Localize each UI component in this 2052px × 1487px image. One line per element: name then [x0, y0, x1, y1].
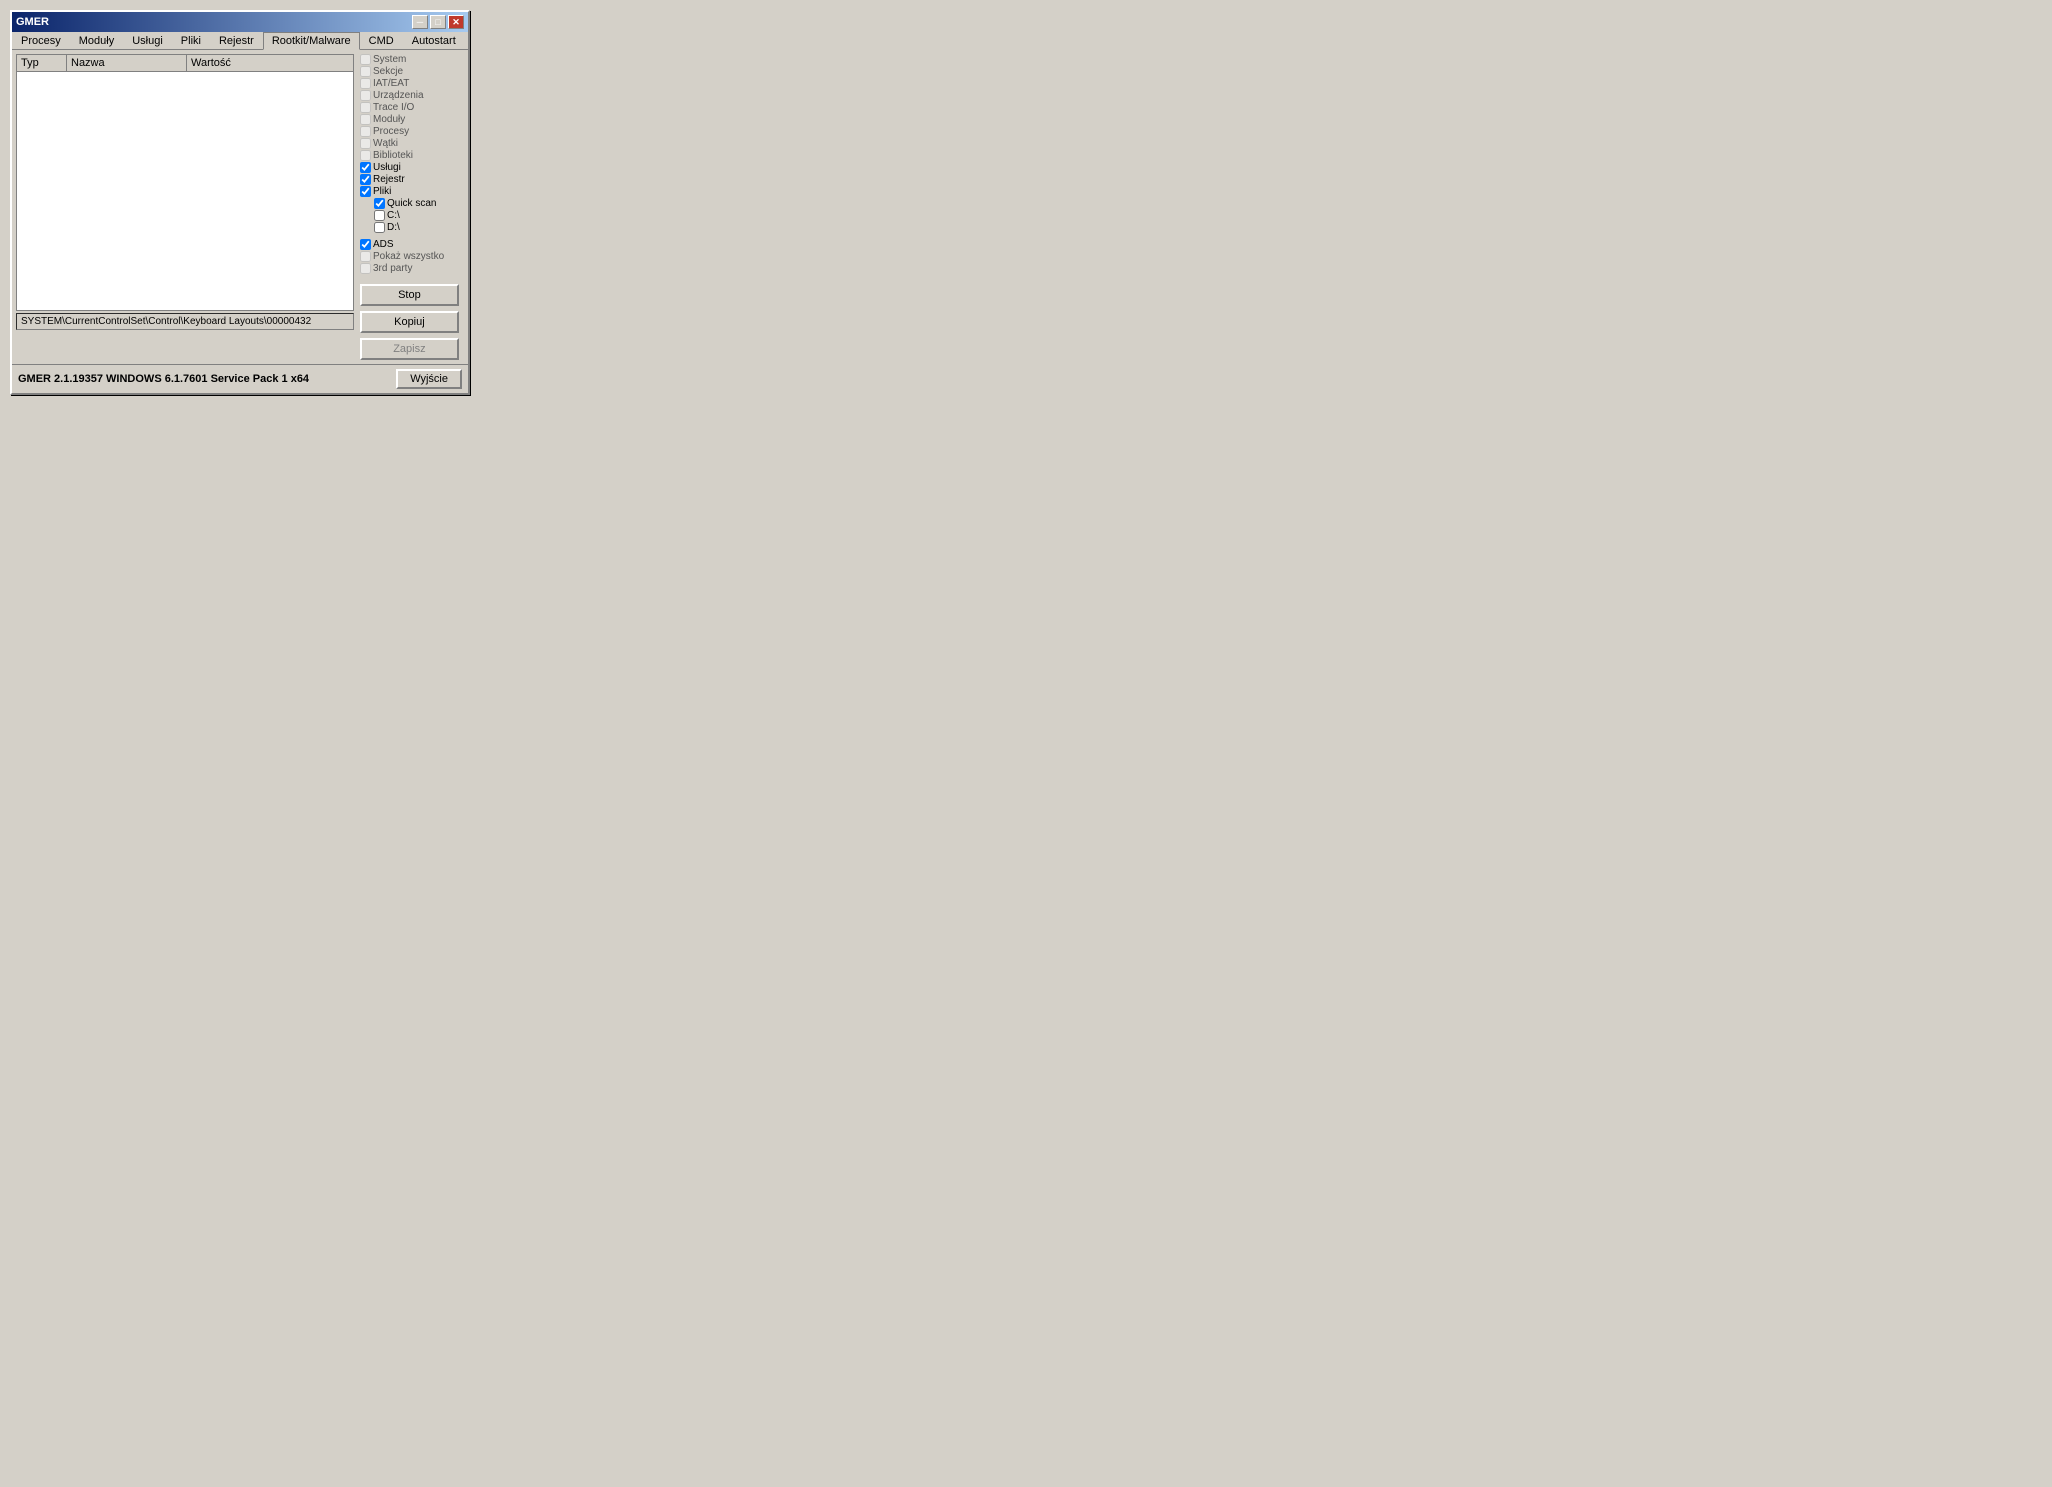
checkbox-3rd-party: 3rd party — [360, 263, 464, 274]
checkbox-pokaz-wszystko-input[interactable] — [360, 251, 371, 262]
checkbox-d-drive-input[interactable] — [374, 222, 385, 233]
checkbox-3rd-party-label: 3rd party — [373, 263, 412, 274]
table-body — [16, 71, 354, 311]
checkbox-urzadzenia-label: Urządzenia — [373, 90, 424, 101]
exit-button[interactable]: Wyjście — [396, 369, 462, 389]
checkbox-ads: ADS — [360, 239, 464, 250]
checkbox-d-drive: D:\ — [360, 222, 464, 233]
checkbox-trace-io-label: Trace I/O — [373, 102, 414, 113]
status-bar: SYSTEM\CurrentControlSet\Control\Keyboar… — [16, 313, 354, 330]
checkbox-uslugi: Usługi — [360, 162, 464, 173]
checkbox-trace-io: Trace I/O — [360, 102, 464, 113]
tab-autostart[interactable]: Autostart — [403, 32, 465, 49]
checkbox-moduly-label: Moduły — [373, 114, 405, 125]
checkbox-procesy-input[interactable] — [360, 126, 371, 137]
checkbox-c-drive-input[interactable] — [374, 210, 385, 221]
checkbox-rejestr-input[interactable] — [360, 174, 371, 185]
checkbox-trace-io-input[interactable] — [360, 102, 371, 113]
close-button[interactable]: ✕ — [448, 15, 464, 29]
checkbox-biblioteki-label: Biblioteki — [373, 150, 413, 161]
tab-cmd[interactable]: CMD — [360, 32, 403, 49]
zapisz-button[interactable]: Zapisz — [360, 338, 459, 360]
checkbox-iat-eat-input[interactable] — [360, 78, 371, 89]
checkbox-ads-label: ADS — [373, 239, 394, 250]
stop-button[interactable]: Stop — [360, 284, 459, 306]
version-text: GMER 2.1.19357 WINDOWS 6.1.7601 Service … — [18, 373, 309, 385]
checkbox-urzadzenia: Urządzenia — [360, 90, 464, 101]
col-header-wartosc: Wartość — [187, 55, 353, 71]
checkbox-urzadzenia-input[interactable] — [360, 90, 371, 101]
checkbox-watki: Wątki — [360, 138, 464, 149]
maximize-button[interactable]: □ — [430, 15, 446, 29]
tab-rootkit-malware[interactable]: Rootkit/Malware — [263, 32, 360, 50]
checkbox-uslugi-input[interactable] — [360, 162, 371, 173]
content-area: Typ Nazwa Wartość SYSTEM\CurrentControlS… — [12, 50, 468, 364]
title-bar-controls: ─ □ ✕ — [412, 15, 464, 29]
bottom-bar: GMER 2.1.19357 WINDOWS 6.1.7601 Service … — [12, 364, 468, 393]
checkbox-moduly-input[interactable] — [360, 114, 371, 125]
minimize-button[interactable]: ─ — [412, 15, 428, 29]
window-title: GMER — [16, 16, 49, 28]
checkbox-quick-scan: Quick scan — [360, 198, 464, 209]
main-window: GMER ─ □ ✕ Procesy Moduły Usługi Pliki R… — [10, 10, 470, 395]
checkbox-system: System — [360, 54, 464, 65]
checkbox-biblioteki-input[interactable] — [360, 150, 371, 161]
checkbox-c-drive: C:\ — [360, 210, 464, 221]
checkbox-watki-input[interactable] — [360, 138, 371, 149]
checkbox-sekcje-label: Sekcje — [373, 66, 403, 77]
checkbox-quick-scan-input[interactable] — [374, 198, 385, 209]
kopiuj-button[interactable]: Kopiuj — [360, 311, 459, 333]
tab-pliki[interactable]: Pliki — [172, 32, 210, 49]
checkbox-pokaz-wszystko: Pokaż wszystko — [360, 251, 464, 262]
right-panel: System Sekcje IAT/EAT Urządzenia Trace I… — [354, 54, 464, 360]
checkbox-procesy: Procesy — [360, 126, 464, 137]
checkbox-procesy-label: Procesy — [373, 126, 409, 137]
checkbox-ads-input[interactable] — [360, 239, 371, 250]
checkbox-iat-eat-label: IAT/EAT — [373, 78, 409, 89]
checkbox-uslugi-label: Usługi — [373, 162, 401, 173]
checkbox-system-label: System — [373, 54, 406, 65]
checkbox-system-input[interactable] — [360, 54, 371, 65]
checkbox-pokaz-wszystko-label: Pokaż wszystko — [373, 251, 444, 262]
tab-bar: Procesy Moduły Usługi Pliki Rejestr Root… — [12, 32, 468, 50]
tab-rejestr[interactable]: Rejestr — [210, 32, 263, 49]
checkbox-rejestr-label: Rejestr — [373, 174, 405, 185]
checkbox-moduly: Moduły — [360, 114, 464, 125]
checkbox-d-drive-label: D:\ — [387, 222, 400, 233]
checkbox-iat-eat: IAT/EAT — [360, 78, 464, 89]
checkbox-pliki-input[interactable] — [360, 186, 371, 197]
col-header-typ: Typ — [17, 55, 67, 71]
checkbox-sekcje-input[interactable] — [360, 66, 371, 77]
checkbox-watki-label: Wątki — [373, 138, 398, 149]
tab-uslugi[interactable]: Usługi — [123, 32, 172, 49]
tab-procesy[interactable]: Procesy — [12, 32, 70, 49]
tab-moduly[interactable]: Moduły — [70, 32, 123, 49]
title-bar: GMER ─ □ ✕ — [12, 12, 468, 32]
checkbox-pliki: Pliki — [360, 186, 464, 197]
checkbox-biblioteki: Biblioteki — [360, 150, 464, 161]
checkbox-c-drive-label: C:\ — [387, 210, 400, 221]
checkbox-pliki-label: Pliki — [373, 186, 391, 197]
table-header: Typ Nazwa Wartość — [16, 54, 354, 71]
checkbox-3rd-party-input[interactable] — [360, 263, 371, 274]
checkbox-sekcje: Sekcje — [360, 66, 464, 77]
checkbox-quick-scan-label: Quick scan — [387, 198, 436, 209]
left-panel: Typ Nazwa Wartość SYSTEM\CurrentControlS… — [16, 54, 354, 360]
col-header-nazwa: Nazwa — [67, 55, 187, 71]
checkbox-rejestr: Rejestr — [360, 174, 464, 185]
